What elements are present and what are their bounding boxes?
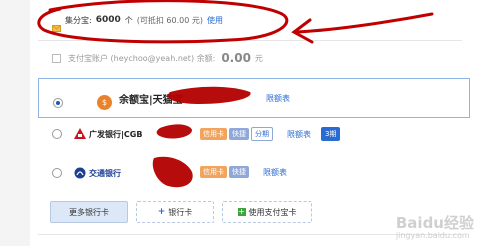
redaction-scribble (167, 86, 251, 104)
annotation-circle (37, 0, 289, 44)
watermark-sub: jingyan.baidu.com (395, 231, 470, 240)
redaction-scribble (156, 124, 192, 139)
redaction-scribble (152, 156, 193, 188)
red-annotation-overlay (37, 0, 434, 188)
watermark-text: Baidu经验 (395, 214, 474, 232)
annotation-arrow-shaft (294, 12, 434, 34)
baidu-watermark: Baidu经验 jingyan.baidu.com (396, 212, 474, 240)
